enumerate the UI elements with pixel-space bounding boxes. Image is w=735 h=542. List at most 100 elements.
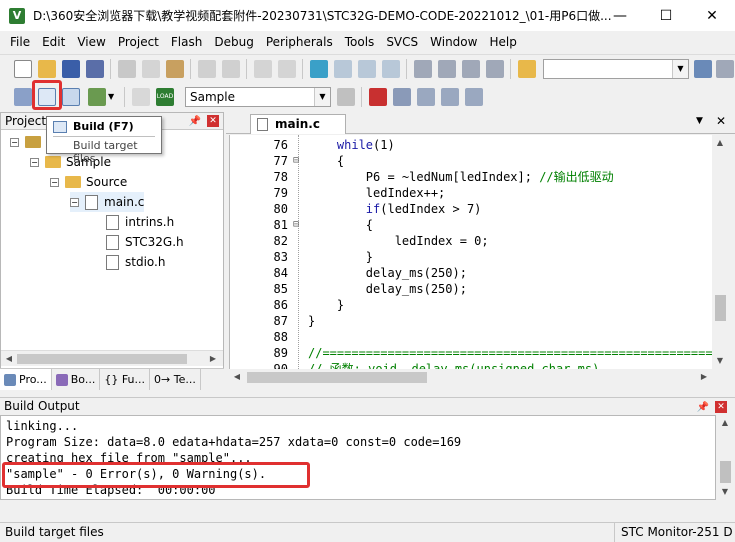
tab-functions[interactable]: {} Fu... <box>100 369 151 390</box>
scroll-up-icon[interactable]: ▲ <box>712 135 728 151</box>
collapse-icon[interactable]: − <box>70 197 79 207</box>
undo-icon[interactable] <box>198 60 216 78</box>
code-line[interactable]: 88 <box>230 329 712 345</box>
scroll-left-icon[interactable]: ◀ <box>1 351 17 367</box>
menu-peripherals[interactable]: Peripherals <box>260 31 339 53</box>
scroll-right-icon[interactable]: ▶ <box>696 369 712 385</box>
close-build-output-icon[interactable]: ✕ <box>715 401 727 413</box>
clear-bookmarks-icon[interactable] <box>382 60 400 78</box>
rebuild-icon[interactable] <box>62 88 80 106</box>
pin-icon[interactable]: 📌 <box>189 114 201 130</box>
manage-environment-icon[interactable] <box>393 88 411 106</box>
save-all-icon[interactable] <box>86 60 104 78</box>
scroll-right-icon[interactable]: ▶ <box>205 351 221 367</box>
code-line[interactable]: 85 delay_ms(250); <box>230 281 712 297</box>
redo-icon[interactable] <box>222 60 240 78</box>
new-file-icon[interactable] <box>14 60 32 78</box>
scroll-left-icon[interactable]: ◀ <box>229 369 245 385</box>
code-line[interactable]: 79 ledIndex++; <box>230 185 712 201</box>
translate-icon[interactable] <box>14 88 32 106</box>
find-in-files-icon[interactable] <box>518 60 536 78</box>
tab-templates[interactable]: 0→ Te... <box>150 369 201 390</box>
select-packs-icon[interactable] <box>417 88 435 106</box>
batch-dropdown-icon[interactable]: ▼ <box>108 88 116 106</box>
menu-tools[interactable]: Tools <box>339 31 381 53</box>
target-options-icon[interactable] <box>337 88 355 106</box>
comment-icon[interactable] <box>462 60 480 78</box>
load-icon[interactable]: LOAD <box>156 88 174 106</box>
code-line[interactable]: 81 ⊟ { <box>230 217 712 233</box>
tab-books[interactable]: Bo... <box>52 369 101 390</box>
code-line[interactable]: 90 // 函数: void delay_ms(unsigned char ms) <box>230 361 712 369</box>
tab-list-dropdown-icon[interactable]: ▼ <box>696 116 703 126</box>
menu-window[interactable]: Window <box>424 31 483 53</box>
build-output-hscrollbar[interactable] <box>0 500 716 517</box>
collapse-icon[interactable]: − <box>50 177 59 187</box>
tab-main-c[interactable]: main.c <box>250 114 346 134</box>
minimize-button[interactable]: — <box>597 0 643 31</box>
save-icon[interactable] <box>62 60 80 78</box>
maximize-button[interactable]: ☐ <box>643 0 689 31</box>
close-window-button[interactable]: ✕ <box>689 0 735 31</box>
scroll-thumb[interactable] <box>17 354 187 364</box>
menu-svcs[interactable]: SVCS <box>380 31 424 53</box>
code-line[interactable]: 83 } <box>230 249 712 265</box>
bookmark-icon[interactable] <box>310 60 328 78</box>
menu-view[interactable]: View <box>71 31 111 53</box>
scroll-thumb[interactable] <box>247 372 427 383</box>
tree-file-main[interactable]: − main.c <box>70 192 145 212</box>
scroll-down-icon[interactable]: ▼ <box>717 484 733 500</box>
pin-icon[interactable]: 📌 <box>697 399 709 416</box>
uncomment-icon[interactable] <box>486 60 504 78</box>
target-select[interactable]: Sample ▼ <box>185 87 331 107</box>
build-output-vscrollbar[interactable]: ▲ ▼ <box>716 415 735 500</box>
scroll-down-icon[interactable]: ▼ <box>712 353 728 369</box>
find-combo[interactable]: ▼ <box>543 59 689 79</box>
close-project-panel-icon[interactable]: ✕ <box>207 115 219 127</box>
batch-build-icon[interactable] <box>88 88 106 106</box>
incremental-find-icon[interactable] <box>694 60 712 78</box>
code-line[interactable]: 76 while(1) <box>230 137 712 153</box>
manage-components-icon[interactable] <box>369 88 387 106</box>
pack-installer-icon[interactable] <box>441 88 459 106</box>
cut-icon[interactable] <box>118 60 136 78</box>
toolbar-options-icon[interactable] <box>716 60 734 78</box>
menu-help[interactable]: Help <box>483 31 522 53</box>
nav-back-icon[interactable] <box>254 60 272 78</box>
open-folder-icon[interactable] <box>38 60 56 78</box>
close-tab-icon[interactable]: ✕ <box>716 114 726 128</box>
collapse-icon[interactable]: − <box>30 157 39 167</box>
stop-build-icon[interactable] <box>132 88 150 106</box>
unindent-icon[interactable] <box>438 60 456 78</box>
nav-forward-icon[interactable] <box>278 60 296 78</box>
code-editor[interactable]: 76 while(1) 77 ⊟ {78 P6 = ~ledNum[ledIndex… <box>229 135 712 369</box>
fold-toggle-icon[interactable]: ⊟ <box>293 217 299 233</box>
next-bookmark-icon[interactable] <box>358 60 376 78</box>
code-line[interactable]: 86 } <box>230 297 712 313</box>
menu-project[interactable]: Project <box>112 31 165 53</box>
copy-icon[interactable] <box>142 60 160 78</box>
paste-icon[interactable] <box>166 60 184 78</box>
code-line[interactable]: 84 delay_ms(250); <box>230 265 712 281</box>
code-line[interactable]: 80 if(ledIndex > 7) <box>230 201 712 217</box>
tree-file-header[interactable]: STC32G.h <box>106 232 184 252</box>
editor-vscrollbar[interactable]: ▲ ▼ <box>712 135 729 369</box>
project-hscrollbar[interactable]: ◀ ▶ <box>1 350 223 366</box>
tree-file-header[interactable]: intrins.h <box>106 212 174 232</box>
code-line[interactable]: 77 ⊟ { <box>230 153 712 169</box>
tree-folder-source[interactable]: − Source <box>50 172 127 192</box>
scroll-thumb[interactable] <box>715 295 726 321</box>
manage-rte-icon[interactable] <box>465 88 483 106</box>
tree-file-header[interactable]: stdio.h <box>106 252 165 272</box>
menu-edit[interactable]: Edit <box>36 31 71 53</box>
scroll-thumb[interactable] <box>720 461 731 483</box>
fold-toggle-icon[interactable]: ⊟ <box>293 153 299 169</box>
tab-project[interactable]: Pro... <box>0 369 52 390</box>
menu-file[interactable]: File <box>4 31 36 53</box>
prev-bookmark-icon[interactable] <box>334 60 352 78</box>
collapse-icon[interactable]: − <box>10 137 19 147</box>
code-line[interactable]: 82 ledIndex = 0; <box>230 233 712 249</box>
menu-flash[interactable]: Flash <box>165 31 208 53</box>
code-line[interactable]: 87} <box>230 313 712 329</box>
code-line[interactable]: 78 P6 = ~ledNum[ledIndex]; //输出低驱动 <box>230 169 712 185</box>
